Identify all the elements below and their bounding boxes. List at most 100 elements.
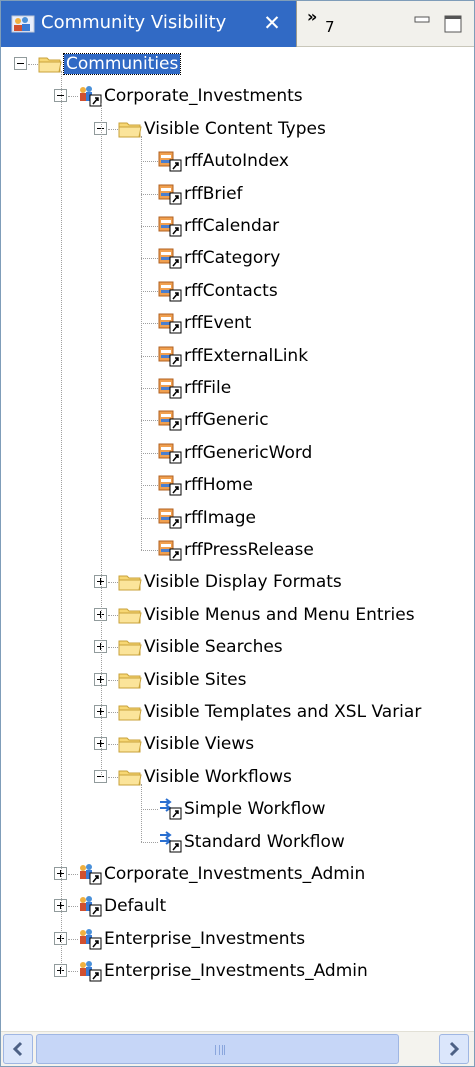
folder-visible-display-formats[interactable]: Visible Display Formats	[1, 566, 474, 598]
folder-visible-content-types[interactable]: Visible Content Types	[1, 113, 474, 145]
collapse-icon[interactable]	[14, 57, 27, 70]
horizontal-scrollbar[interactable]	[1, 1031, 474, 1066]
folder-icon	[118, 701, 142, 723]
folder-icon	[118, 669, 142, 691]
workflow-standard-workflow[interactable]: Standard Workflow	[1, 826, 474, 858]
folder-icon	[118, 636, 142, 658]
community-enterprise-investments[interactable]: Enterprise_Investments	[1, 923, 474, 955]
tree-item-label: Visible Content Types	[144, 118, 326, 139]
content-icon	[158, 247, 182, 269]
content-icon	[158, 507, 182, 529]
tab-title: Community Visibility	[41, 12, 227, 33]
folder-visible-views[interactable]: Visible Views	[1, 728, 474, 760]
tree-item-label: rffCategory	[184, 248, 281, 269]
tree-item-label: rffImage	[184, 507, 256, 528]
tree-root-communities[interactable]: Communities	[1, 48, 474, 80]
content-type-rffexternallink[interactable]: rffExternalLink	[1, 340, 474, 372]
content-icon	[158, 345, 182, 367]
tree-item-label: Enterprise_Investments_Admin	[104, 961, 368, 982]
community-visibility-icon	[11, 14, 35, 34]
tree-item-label: Enterprise_Investments	[104, 928, 306, 949]
folder-visible-menus-and-menu-entries[interactable]: Visible Menus and Menu Entries	[1, 599, 474, 631]
tree-item-label: Corporate_Investments	[104, 86, 303, 107]
content-icon	[158, 409, 182, 431]
tree-item-label: rffCalendar	[184, 216, 280, 236]
tree-item-label: rffGenericWord	[184, 442, 313, 463]
tree-item-label: rffBrief	[184, 183, 243, 204]
content-type-rffgenericword[interactable]: rffGenericWord	[1, 437, 474, 469]
community-icon	[78, 863, 102, 885]
folder-icon	[38, 53, 62, 75]
chevron-overflow-icon[interactable]: »	[307, 7, 317, 26]
content-type-rfffile[interactable]: rffFile	[1, 372, 474, 404]
arrow-left-icon[interactable]	[3, 1034, 33, 1064]
workflow-icon	[158, 798, 182, 820]
community-icon	[78, 85, 102, 107]
tree-item-label: Default	[104, 896, 167, 917]
content-type-rffimage[interactable]: rffImage	[1, 502, 474, 534]
community-icon	[78, 928, 102, 950]
tree-item-label: rffContacts	[184, 280, 278, 301]
maximize-icon[interactable]	[441, 11, 465, 35]
content-icon	[158, 377, 182, 399]
tree-item-label: Visible Display Formats	[144, 572, 342, 593]
tree-item-label: rffPressRelease	[184, 540, 314, 560]
content-icon	[158, 442, 182, 464]
content-icon	[158, 312, 182, 334]
workflow-simple-workflow[interactable]: Simple Workflow	[1, 793, 474, 825]
community-tree[interactable]: Communities Corporate_Investments Visible …	[1, 48, 474, 1016]
tree-item-label: Visible Workflows	[144, 766, 292, 787]
folder-icon	[118, 766, 142, 788]
tree-item-label: rffAutoIndex	[184, 151, 289, 172]
tree-item-label: rffGeneric	[184, 410, 269, 431]
content-icon	[158, 150, 182, 172]
folder-icon	[118, 571, 142, 593]
tree-connector	[141, 783, 142, 842]
community-icon	[78, 895, 102, 917]
tree-item-label: Communities	[62, 53, 182, 75]
folder-visible-sites[interactable]: Visible Sites	[1, 664, 474, 696]
content-type-rffgeneric[interactable]: rffGeneric	[1, 404, 474, 436]
view-tab-bar: Community Visibility ✕ » 7	[1, 1, 474, 47]
folder-icon	[118, 604, 142, 626]
community-visibility-view: Community Visibility ✕ » 7 Communities Co…	[0, 0, 475, 1067]
tree-connector	[141, 135, 142, 550]
tree-connector	[61, 71, 62, 972]
community-corporate-investments-admin[interactable]: Corporate_Investments_Admin	[1, 858, 474, 890]
content-icon	[158, 539, 182, 561]
minimize-icon[interactable]	[411, 11, 435, 35]
content-type-rffautoindex[interactable]: rffAutoIndex	[1, 145, 474, 177]
content-type-rffcalendar[interactable]: rffCalendar	[1, 210, 474, 242]
content-icon	[158, 215, 182, 237]
folder-visible-searches[interactable]: Visible Searches	[1, 631, 474, 663]
folder-icon	[118, 118, 142, 140]
workflow-icon	[158, 830, 182, 853]
community-enterprise-investments-admin[interactable]: Enterprise_Investments_Admin	[1, 955, 474, 987]
content-type-rffhome[interactable]: rffHome	[1, 469, 474, 501]
content-type-rffcontacts[interactable]: rffContacts	[1, 275, 474, 307]
community-default[interactable]: Default	[1, 890, 474, 922]
tree-item-label: Visible Searches	[144, 637, 283, 658]
tree-item-label: rffExternalLink	[184, 345, 309, 366]
tab-community-visibility[interactable]: Community Visibility ✕	[1, 1, 297, 47]
close-icon[interactable]: ✕	[259, 10, 285, 36]
community-icon	[78, 960, 102, 982]
tree-connector	[101, 103, 102, 777]
content-type-rffcategory[interactable]: rffCategory	[1, 242, 474, 274]
tree-item-label: Standard Workflow	[184, 831, 345, 852]
tree-item-label: Visible Menus and Menu Entries	[144, 604, 415, 625]
folder-visible-workflows[interactable]: Visible Workflows	[1, 761, 474, 793]
tree-item-label: Visible Sites	[144, 669, 247, 690]
content-type-rffpressrelease[interactable]: rffPressRelease	[1, 534, 474, 566]
folder-visible-templates-and-xsl-variar[interactable]: Visible Templates and XSL Variar	[1, 696, 474, 728]
scrollbar-thumb[interactable]	[36, 1034, 399, 1064]
tree-item-label: Simple Workflow	[184, 799, 326, 820]
content-type-rffbrief[interactable]: rffBrief	[1, 178, 474, 210]
tree-item-label: rffHome	[184, 475, 253, 496]
tree-item-label: Visible Templates and XSL Variar	[144, 702, 422, 722]
content-type-rffevent[interactable]: rffEvent	[1, 307, 474, 339]
arrow-right-icon[interactable]	[439, 1034, 469, 1064]
community-corporate-investments[interactable]: Corporate_Investments	[1, 80, 474, 112]
tree-item-label: Visible Views	[144, 734, 255, 755]
content-icon	[158, 183, 182, 205]
